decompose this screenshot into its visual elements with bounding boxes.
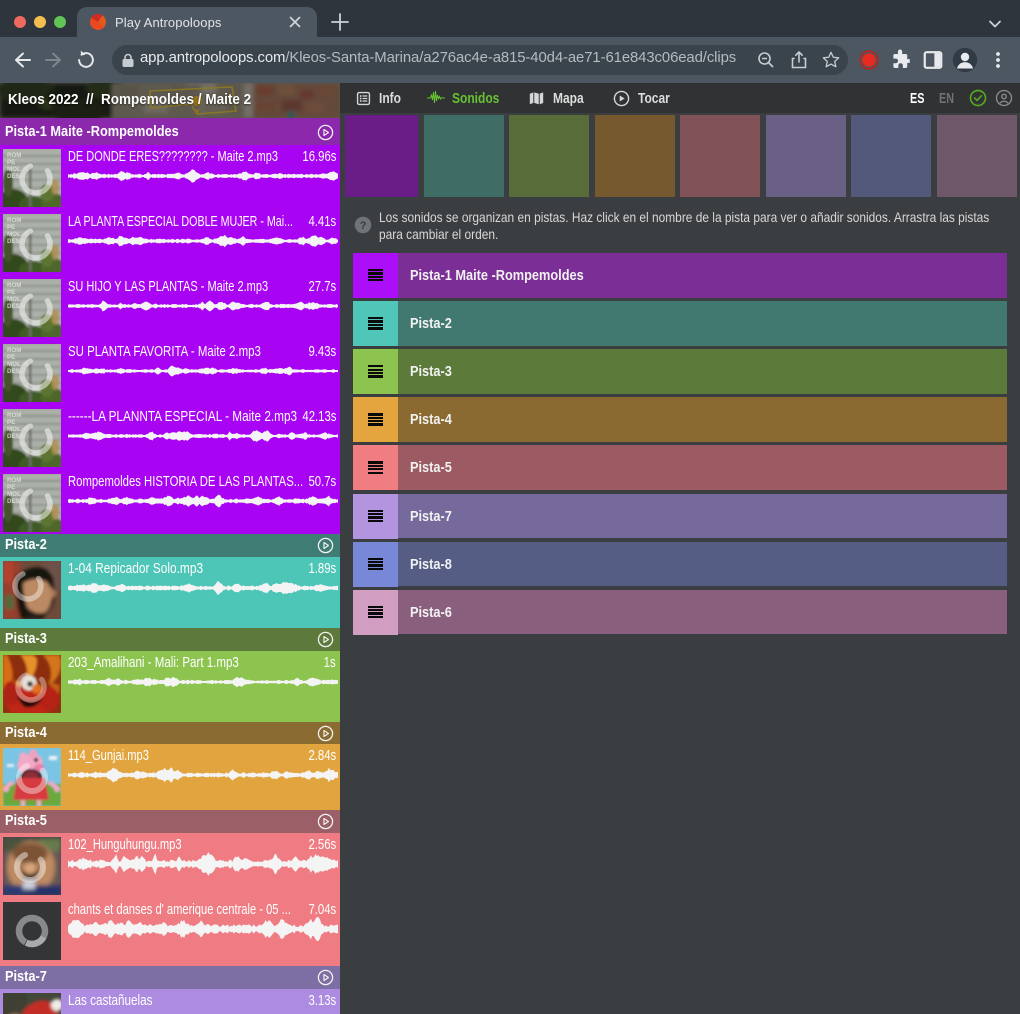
- svg-text:MOL: MOL: [7, 426, 21, 433]
- svg-text:PE: PE: [7, 419, 15, 426]
- svg-text:MOL: MOL: [7, 491, 21, 498]
- svg-text:ROM: ROM: [7, 477, 21, 484]
- svg-text:ROM: ROM: [7, 217, 21, 224]
- svg-text:PE: PE: [7, 289, 15, 296]
- svg-text:DES: DES: [7, 368, 20, 375]
- svg-text:ROM: ROM: [7, 152, 21, 159]
- svg-text:?: ?: [360, 220, 367, 232]
- svg-text:MOL: MOL: [7, 166, 21, 173]
- svg-text:PE: PE: [7, 159, 15, 166]
- svg-text:DES: DES: [7, 303, 20, 310]
- svg-text:DES: DES: [7, 173, 20, 180]
- svg-text:DES: DES: [7, 498, 20, 505]
- svg-text:PE: PE: [7, 354, 15, 361]
- svg-text:PE: PE: [7, 484, 15, 491]
- svg-text:ROM: ROM: [7, 412, 21, 419]
- svg-text:DES: DES: [7, 433, 20, 440]
- svg-text:MOL: MOL: [7, 361, 21, 368]
- svg-text:ROM: ROM: [7, 282, 21, 289]
- svg-text:ROM: ROM: [7, 347, 21, 354]
- svg-text:DES: DES: [7, 238, 20, 245]
- svg-text:PE: PE: [7, 224, 15, 231]
- svg-text:MOL: MOL: [7, 231, 21, 238]
- svg-text:MOL: MOL: [7, 296, 21, 303]
